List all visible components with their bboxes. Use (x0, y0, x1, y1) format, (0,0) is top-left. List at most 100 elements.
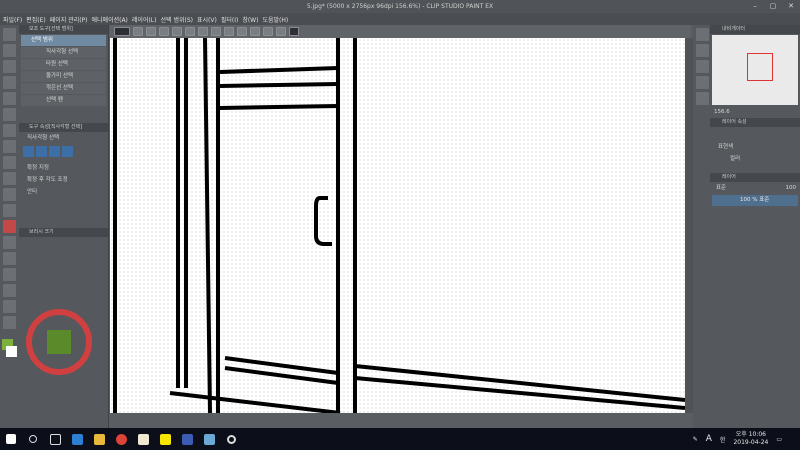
eraser-tool-icon[interactable] (3, 204, 16, 217)
subtool-item-ellipse[interactable]: 타원 선택 (21, 59, 106, 70)
tool-strip (0, 25, 19, 428)
tool-property-name: 직사각형 선택 (27, 135, 60, 141)
explorer-app-icon[interactable] (88, 428, 110, 450)
zoom-level[interactable]: 156.6 (710, 106, 800, 118)
operation-tool-icon[interactable] (3, 60, 16, 73)
menu-layer[interactable]: 레이어(L) (132, 15, 157, 24)
subtool-item-polyline[interactable]: 꺾은선 선택 (21, 83, 106, 94)
paint-app-icon[interactable] (176, 428, 198, 450)
color-mode-select[interactable]: 컬러 (710, 153, 800, 165)
subtool-tab-selection[interactable]: 선택 범위 (21, 35, 106, 46)
auto-select-icon[interactable] (3, 92, 16, 105)
ime-mode[interactable]: A (706, 434, 712, 444)
language-indicator[interactable]: 한 (720, 435, 726, 444)
transform-icon[interactable] (211, 27, 221, 36)
snap-grid-icon[interactable] (276, 27, 286, 36)
mode-add-icon[interactable] (36, 146, 47, 157)
figure-tool-icon[interactable] (3, 252, 16, 265)
color-wheel[interactable] (19, 307, 108, 377)
mail-app-icon[interactable] (66, 428, 88, 450)
frame-tool-icon[interactable] (3, 268, 16, 281)
zoom-tool-icon[interactable] (3, 28, 16, 41)
canvas-scrollbar[interactable] (685, 38, 693, 413)
brush-size-grid[interactable] (19, 237, 108, 307)
tool-property-header: 도구 속성[직사각형 선택] (19, 123, 108, 132)
open-icon[interactable] (133, 27, 143, 36)
cube-app-icon[interactable] (198, 428, 220, 450)
subtool-item-pen[interactable]: 선택 펜 (21, 95, 106, 106)
sub-color-swatch[interactable] (6, 345, 17, 357)
app-window: 5.jpg* (5000 x 2756px 96dpi 156.6%) - CL… (0, 0, 800, 450)
snap-ruler-icon[interactable] (263, 27, 273, 36)
kakaotalk-app-icon[interactable] (154, 428, 176, 450)
opacity-value[interactable]: 100 (786, 182, 797, 194)
new-file-icon[interactable] (114, 27, 130, 36)
deselect-icon[interactable] (224, 27, 234, 36)
right-panel-strip (693, 25, 710, 428)
pencil-tool-icon[interactable] (3, 140, 16, 153)
selection-tool-icon[interactable] (3, 76, 16, 89)
tool-property-row[interactable]: 안티 (19, 186, 108, 198)
menu-window[interactable]: 창(W) (242, 15, 258, 24)
menu-edit[interactable]: 편집(E) (26, 15, 46, 24)
tool-property-row[interactable]: 확정 지정 (19, 162, 108, 174)
notification-icon[interactable]: ▭ (776, 436, 782, 443)
menu-filter[interactable]: 필터(I) (221, 15, 239, 24)
layer-search-icon[interactable] (696, 92, 709, 105)
mode-intersect-icon[interactable] (62, 146, 73, 157)
info-tab-icon[interactable] (696, 60, 709, 73)
maximize-icon[interactable]: ▢ (764, 0, 782, 13)
move-tool-icon[interactable] (3, 44, 16, 57)
subtool-item-rect[interactable]: 직사각형 선택 (21, 47, 106, 58)
fill-tool-icon[interactable] (3, 220, 16, 233)
subtool-item-lasso[interactable]: 올가미 선택 (21, 71, 106, 82)
text-tool-icon[interactable] (3, 300, 16, 313)
windows-start-icon[interactable] (0, 428, 22, 450)
material-tab-icon[interactable] (696, 76, 709, 89)
minimize-icon[interactable]: – (746, 0, 764, 13)
invert-icon[interactable] (237, 27, 247, 36)
canvas-area[interactable] (110, 38, 685, 413)
mode-subtract-icon[interactable] (49, 146, 60, 157)
close-icon[interactable]: ✕ (782, 0, 800, 13)
menu-animation[interactable]: 애니메이션(A) (92, 15, 128, 24)
help-icon[interactable] (289, 27, 299, 36)
clear-icon[interactable] (185, 27, 195, 36)
navigator-tab-icon[interactable] (696, 28, 709, 41)
search-icon[interactable] (22, 428, 44, 450)
pen-icon[interactable]: ✎ (693, 436, 698, 443)
tool-property-row[interactable]: 확정 후 각도 조정 (19, 174, 108, 186)
brush-tool-icon[interactable] (3, 156, 16, 169)
drawing-canvas[interactable] (110, 38, 685, 413)
pen-tool-icon[interactable] (3, 124, 16, 137)
menu-selection[interactable]: 선택 범위(S) (161, 15, 193, 24)
menu-file[interactable]: 파일(F) (3, 15, 22, 24)
fill-icon[interactable] (198, 27, 208, 36)
blend-mode-value: 표준 (716, 185, 727, 191)
menu-help[interactable]: 도움말(H) (262, 15, 288, 24)
clip-studio-app-icon[interactable] (132, 428, 154, 450)
save-icon[interactable] (146, 27, 156, 36)
menu-view[interactable]: 표시(V) (197, 15, 217, 24)
layer-property-effects[interactable] (710, 127, 800, 141)
chrome-app-icon[interactable] (110, 428, 132, 450)
clock[interactable]: 오후 10:06 2019-04-24 (733, 431, 768, 447)
balloon-tool-icon[interactable] (3, 316, 16, 329)
eyedropper-icon[interactable] (3, 108, 16, 121)
redo-icon[interactable] (172, 27, 182, 36)
airbrush-tool-icon[interactable] (3, 172, 16, 185)
layer-row[interactable]: 100 % 표준 (712, 195, 798, 206)
settings-icon[interactable] (220, 428, 242, 450)
snap-special-ruler-icon[interactable] (250, 27, 260, 36)
task-view-icon[interactable] (44, 428, 66, 450)
subview-tab-icon[interactable] (696, 44, 709, 57)
ruler-tool-icon[interactable] (3, 284, 16, 297)
gradient-tool-icon[interactable] (3, 236, 16, 249)
decoration-tool-icon[interactable] (3, 188, 16, 201)
blend-mode-select[interactable]: 표준 100 (710, 182, 800, 194)
navigator-preview[interactable] (712, 35, 798, 105)
color-wheel-icon[interactable] (19, 307, 99, 377)
mode-new-icon[interactable] (23, 146, 34, 157)
undo-icon[interactable] (159, 27, 169, 36)
menu-page[interactable]: 페이지 관리(P) (50, 15, 88, 24)
